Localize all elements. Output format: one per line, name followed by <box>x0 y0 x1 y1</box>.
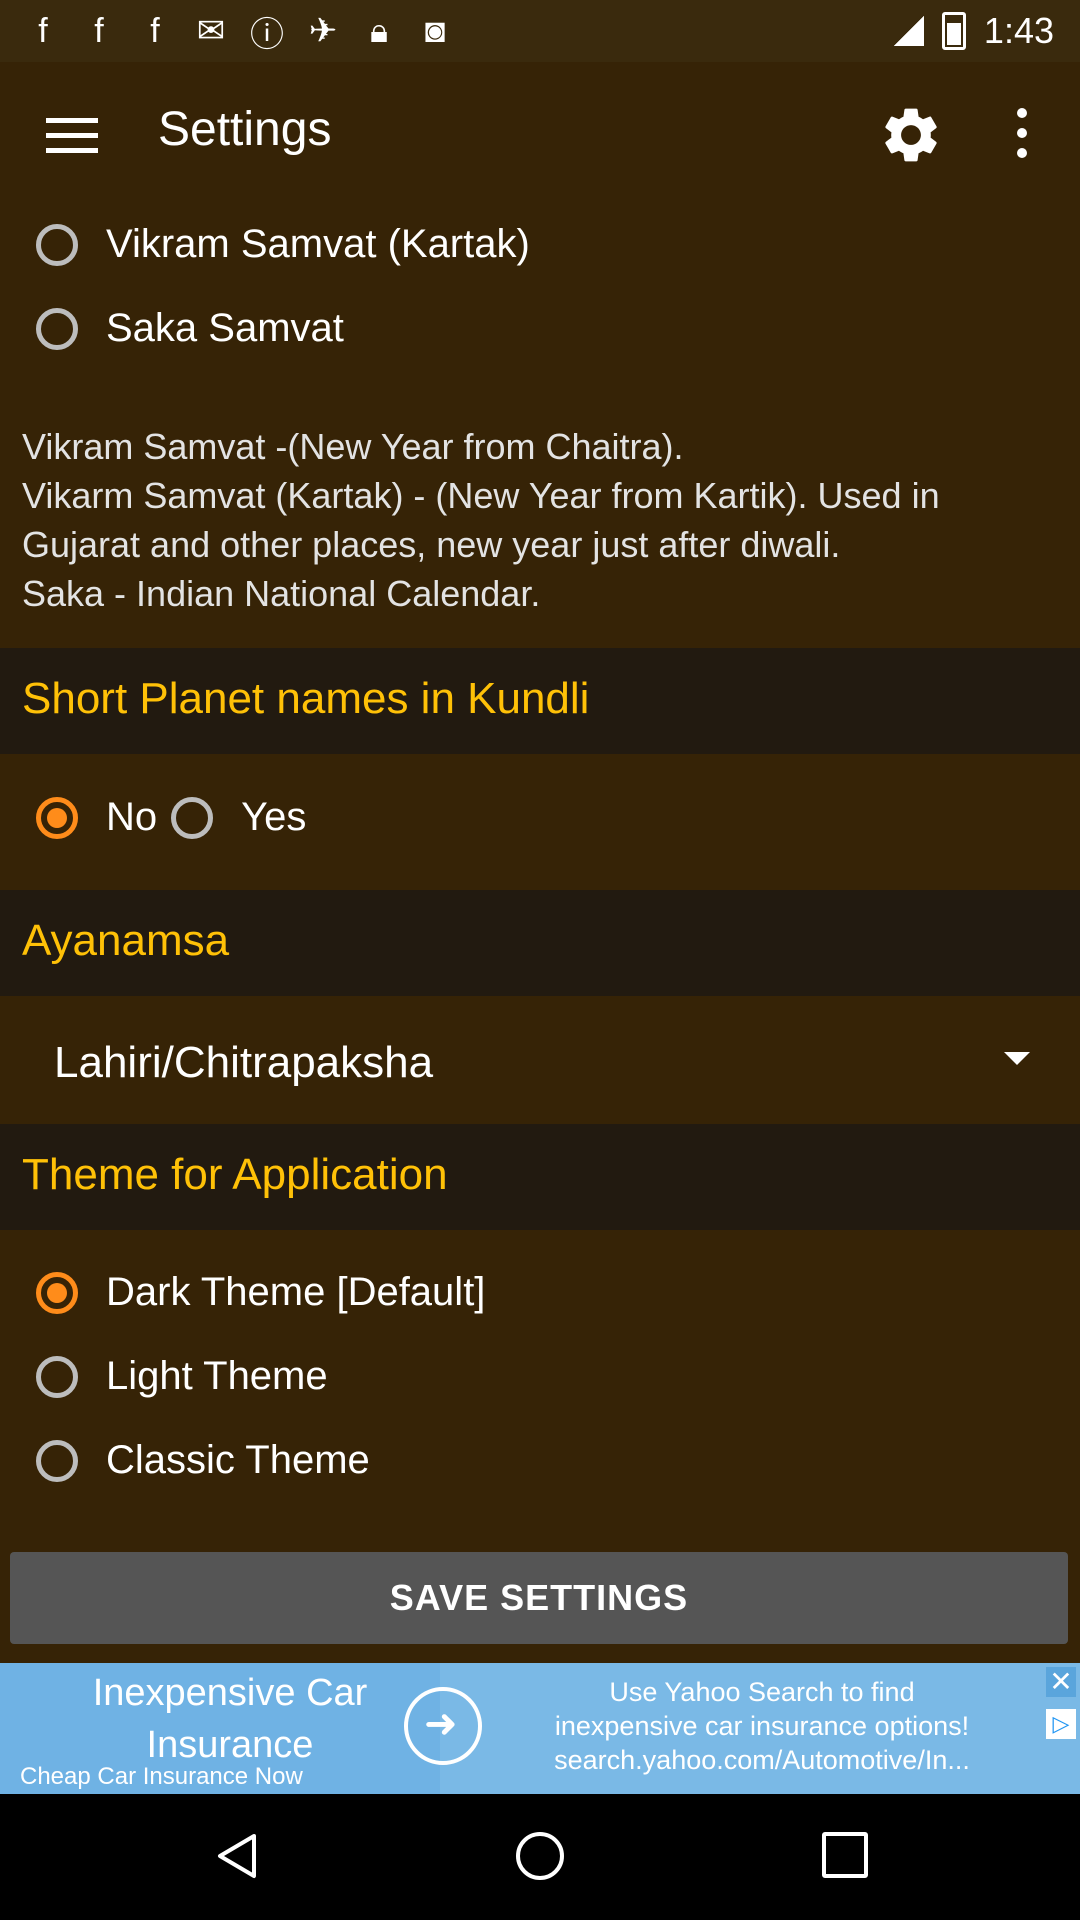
section-header-theme: Theme for Application <box>0 1124 1080 1230</box>
android-icon: ◙ <box>424 11 446 50</box>
radio-label: No <box>106 795 158 839</box>
facebook-icon: f <box>150 11 160 50</box>
gmail-icon: ✉ <box>196 12 226 50</box>
dropdown-value: Lahiri/Chitrapaksha <box>54 1038 434 1087</box>
radio-icon <box>36 1355 78 1398</box>
section-header-short-planet: Short Planet names in Kundli <box>0 648 1080 754</box>
save-settings-button[interactable]: SAVE SETTINGS <box>10 1552 1068 1644</box>
info-icon: ⓘ <box>250 15 284 54</box>
radio-saka-samvat[interactable]: Saka Samvat <box>36 306 344 351</box>
radio-icon <box>36 1439 78 1482</box>
calendar-description: Vikram Samvat -(New Year from Chaitra). … <box>22 426 940 614</box>
radio-no[interactable]: No <box>36 795 157 840</box>
settings-screen: Settings Vikram Samvat (Kartak) Saka Sam… <box>0 62 1080 1663</box>
ad-headline: Inexpensive Car Insurance <box>92 1672 368 1766</box>
radio-label: Classic Theme <box>106 1438 370 1482</box>
arrow-right-icon[interactable] <box>404 1687 482 1765</box>
radio-label: Vikram Samvat (Kartak) <box>106 222 530 266</box>
status-right: 1:43 <box>893 0 1054 62</box>
radio-label: Yes <box>241 795 307 839</box>
ad-body-line: search.yahoo.com/Automotive/In... <box>554 1745 970 1775</box>
clock: 1:43 <box>983 10 1054 51</box>
page-title: Settings <box>158 103 332 156</box>
toolbar: Settings <box>0 62 1080 210</box>
radio-icon <box>36 1271 78 1314</box>
ad-body-line: Use Yahoo Search to find <box>609 1677 915 1707</box>
lock-icon: 🔒︎ <box>369 11 389 50</box>
gear-icon[interactable] <box>878 102 944 168</box>
ad-subline: Cheap Car Insurance Now <box>20 1763 303 1790</box>
notification-icons: f f f ✉ ⓘ ✈ 🔒︎ ◙ <box>0 7 452 56</box>
radio-icon <box>36 307 78 350</box>
radio-light-theme[interactable]: Light Theme <box>36 1354 328 1399</box>
system-nav-bar <box>0 1794 1080 1920</box>
radio-yes[interactable]: Yes <box>171 795 306 840</box>
radio-vikram-samvat-kartak[interactable]: Vikram Samvat (Kartak) <box>36 222 530 267</box>
section-title: Theme for Application <box>22 1150 448 1199</box>
menu-icon[interactable] <box>46 118 98 154</box>
ad-body-line: inexpensive car insurance options! <box>554 1711 970 1741</box>
radio-dark-theme[interactable]: Dark Theme [Default] <box>36 1270 485 1315</box>
recent-apps-icon[interactable] <box>822 1832 868 1878</box>
ayanamsa-dropdown[interactable]: Lahiri/Chitrapaksha <box>0 1000 1080 1126</box>
adchoices-icon[interactable]: ▷ <box>1046 1709 1076 1739</box>
section-title: Short Planet names in Kundli <box>22 674 590 723</box>
signal-icon <box>893 16 924 46</box>
ad-banner[interactable]: Inexpensive Car Insurance Cheap Car Insu… <box>0 1663 1080 1794</box>
radio-classic-theme[interactable]: Classic Theme <box>36 1438 370 1483</box>
facebook-icon: f <box>94 11 104 50</box>
radio-label: Dark Theme [Default] <box>106 1270 486 1314</box>
ad-body: Use Yahoo Search to find inexpensive car… <box>512 1675 1012 1777</box>
section-header-ayanamsa: Ayanamsa <box>0 890 1080 996</box>
radio-icon <box>171 796 214 839</box>
home-icon[interactable] <box>516 1832 564 1880</box>
battery-icon <box>941 12 966 50</box>
status-bar: f f f ✉ ⓘ ✈ 🔒︎ ◙ 1:43 <box>0 0 1080 62</box>
radio-label: Light Theme <box>106 1354 328 1398</box>
chevron-down-icon <box>1004 1052 1030 1065</box>
section-title: Ayanamsa <box>22 916 230 965</box>
radio-icon <box>36 796 78 839</box>
radio-label: Saka Samvat <box>106 306 344 350</box>
short-planet-radio-group: No Yes <box>36 795 320 840</box>
close-icon[interactable]: ✕ <box>1046 1667 1076 1697</box>
back-icon[interactable] <box>214 1832 258 1880</box>
facebook-icon: f <box>38 11 48 50</box>
more-options-icon[interactable] <box>1012 108 1032 168</box>
radio-icon <box>36 223 78 266</box>
satellite-icon: ✈ <box>308 12 338 50</box>
